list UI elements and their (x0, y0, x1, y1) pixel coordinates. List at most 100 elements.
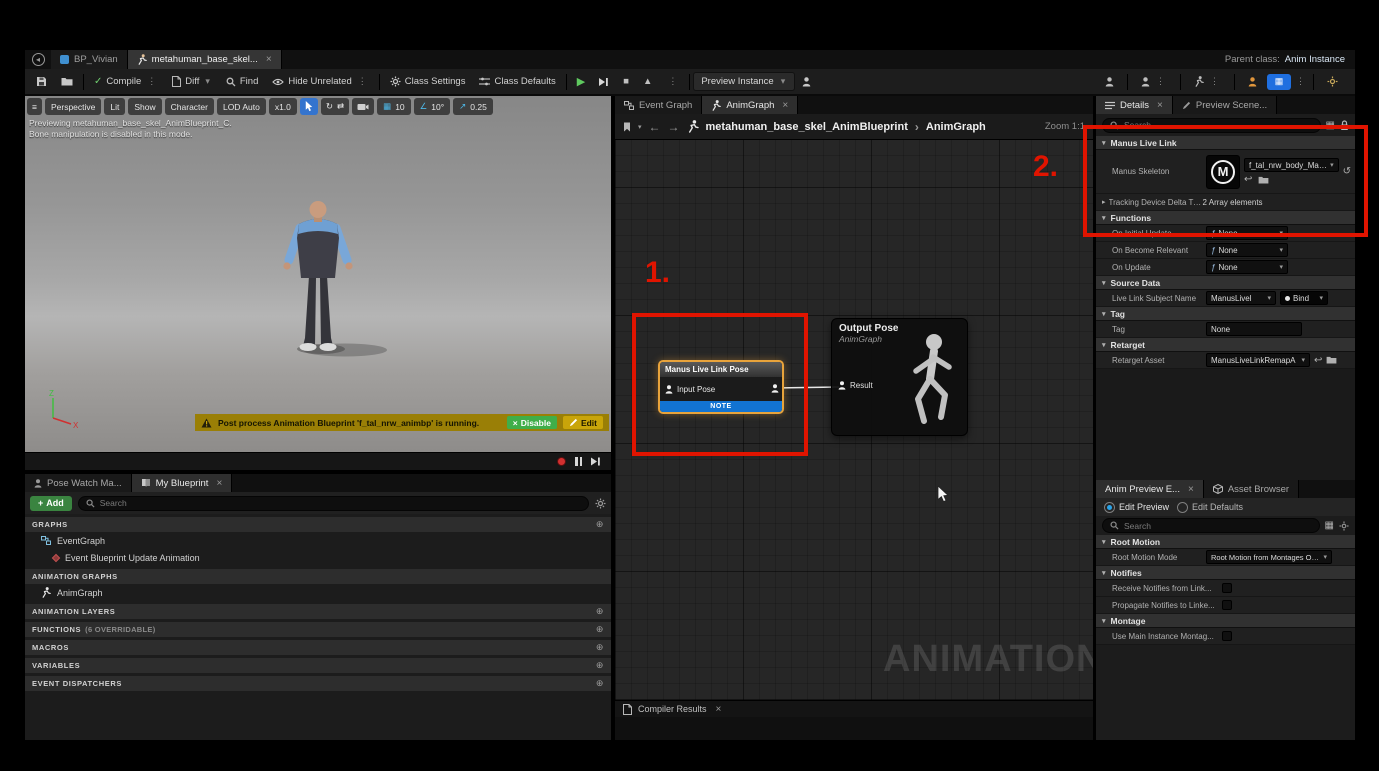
display-filter-icon[interactable]: ▦ (1326, 120, 1335, 131)
section-event-dispatchers[interactable]: EVENT DISPATCHERS⊕ (25, 676, 611, 691)
search-input[interactable] (1124, 120, 1313, 130)
bind-button[interactable]: Bind▾ (1280, 291, 1328, 305)
lock-icon[interactable] (1340, 120, 1349, 131)
graph-item-animgraph[interactable]: AnimGraph (25, 584, 611, 601)
step-forward-icon[interactable] (591, 457, 601, 466)
manus-asset-thumbnail[interactable]: M (1206, 155, 1240, 189)
checkbox[interactable] (1222, 583, 1232, 593)
browse-asset-icon[interactable] (1326, 356, 1337, 364)
lit-dropdown[interactable]: Lit (104, 98, 125, 115)
checkbox[interactable] (1222, 600, 1232, 610)
section-functions[interactable]: FUNCTIONS(6 OVERRIDABLE)⊕ (25, 622, 611, 637)
root-motion-dropdown[interactable]: Root Motion from Montages Only▾ (1206, 550, 1332, 564)
scale-snap-toggle[interactable]: ↗0.25 (453, 98, 493, 115)
viewport-menu-icon[interactable]: ≡ (27, 98, 42, 115)
compile-button[interactable]: ✓ Compile ⋮ (87, 71, 165, 92)
tab-animgraph[interactable]: AnimGraph × (702, 96, 798, 114)
compiler-results-bar[interactable]: Compiler Results × (615, 700, 1093, 717)
result-pin-row[interactable]: Result (838, 381, 873, 390)
edit-preview-radio[interactable]: Edit Preview (1104, 502, 1169, 513)
eject-button[interactable]: ▲ (636, 71, 659, 92)
section-variables[interactable]: VARIABLES⊕ (25, 658, 611, 673)
diff-button[interactable]: Diff ▾ (165, 71, 219, 92)
chevron-down-icon[interactable]: ▾ (638, 123, 642, 131)
section-manus-live-link[interactable]: ▾Manus Live Link (1096, 136, 1355, 150)
disable-button[interactable]: × Disable (507, 416, 557, 429)
section-animation-layers[interactable]: ANIMATION LAYERS⊕ (25, 604, 611, 619)
row-tracking-device-delta[interactable]: ▸ Tracking Device Delta Tran... 2 Array … (1096, 194, 1355, 211)
tag-input[interactable]: None (1206, 322, 1302, 336)
kebab-icon[interactable]: ⋮ (356, 76, 369, 87)
kebab-icon[interactable]: ⋮ (1154, 76, 1167, 87)
add-graph-icon[interactable]: ⊕ (596, 519, 604, 530)
section-montage[interactable]: ▾Montage (1096, 614, 1355, 628)
select-mode-icon[interactable] (300, 98, 318, 115)
playback-speed-dropdown[interactable]: x1.0 (269, 98, 297, 115)
save-button[interactable] (29, 71, 54, 92)
tab-my-blueprint[interactable]: My Blueprint × (132, 474, 233, 492)
record-icon[interactable] (557, 457, 566, 466)
edit-defaults-radio[interactable]: Edit Defaults (1177, 502, 1243, 513)
rotation-snap-toggle[interactable]: ∠10° (414, 98, 450, 115)
active-blueprint-mode-button[interactable]: ▦ (1267, 74, 1291, 90)
use-selected-asset-icon[interactable]: ↩ (1314, 355, 1322, 366)
output-pose-pin[interactable] (771, 384, 779, 393)
close-icon[interactable]: × (266, 54, 272, 65)
add-layer-icon[interactable]: ⊕ (596, 606, 604, 617)
section-functions[interactable]: ▾Functions (1096, 211, 1355, 225)
section-source-data[interactable]: ▾Source Data (1096, 276, 1355, 290)
kebab-icon[interactable]: ⋮ (1294, 76, 1307, 87)
character-dropdown[interactable]: Character (165, 98, 214, 115)
editor-preferences-icon[interactable] (1320, 71, 1345, 92)
section-root-motion[interactable]: ▾Root Motion (1096, 535, 1355, 549)
animation-asset-icon[interactable]: ⋮ (1187, 71, 1228, 92)
manus-live-link-pose-node[interactable]: Manus Live Link Pose Input Pose NOTE (658, 360, 784, 414)
add-button[interactable]: + Add (30, 496, 72, 511)
animgraph-canvas[interactable]: ANIMATION Manus Live Link Pose Input Pos… (615, 140, 1093, 700)
pause-icon[interactable] (575, 457, 582, 466)
section-graphs[interactable]: GRAPHS⊕ (25, 517, 611, 532)
parent-class-value[interactable]: Anim Instance (1285, 54, 1345, 65)
find-button[interactable]: Find (219, 71, 265, 92)
section-animation-graphs[interactable]: ANIMATION GRAPHS (25, 569, 611, 584)
section-retarget[interactable]: ▾Retarget (1096, 338, 1355, 352)
show-dropdown[interactable]: Show (128, 98, 161, 115)
function-dropdown[interactable]: ƒNone▾ (1206, 243, 1288, 257)
tab-pose-watch-manager[interactable]: Pose Watch Ma... (25, 474, 132, 492)
tab-anim-preview-editor[interactable]: Anim Preview E... × (1096, 480, 1204, 498)
close-icon[interactable]: × (716, 704, 722, 715)
edit-button[interactable]: Edit (563, 416, 603, 429)
section-macros[interactable]: MACROS⊕ (25, 640, 611, 655)
section-notifies[interactable]: ▾Notifies (1096, 566, 1355, 580)
frame-skip-button[interactable] (592, 71, 616, 92)
add-variable-icon[interactable]: ⊕ (596, 660, 604, 671)
browse-to-asset-button[interactable] (54, 71, 80, 92)
tab-asset-browser[interactable]: Asset Browser (1204, 480, 1299, 498)
tab-preview-scene[interactable]: Preview Scene... (1173, 96, 1277, 114)
kebab-icon[interactable]: ⋮ (145, 76, 158, 87)
kebab-icon[interactable]: ⋮ (1208, 76, 1221, 87)
use-selected-asset-icon[interactable]: ↩ (1244, 174, 1252, 185)
expander-icon[interactable]: ▸ (1102, 198, 1106, 206)
graph-item-eventgraph[interactable]: EventGraph (25, 532, 611, 549)
transform-gizmo-icons[interactable]: ↻⇄ (321, 98, 349, 115)
window-menu-icon[interactable]: ◂ (25, 50, 51, 69)
preview-viewport[interactable]: ≡ Perspective Lit Show Character LOD Aut… (25, 96, 611, 452)
retarget-profile-icon[interactable] (1241, 71, 1264, 92)
tab-bp-vivian[interactable]: BP_Vivian (51, 50, 128, 69)
play-button[interactable]: ▶ (570, 71, 592, 92)
reset-to-default-icon[interactable]: ↺ (1343, 166, 1351, 177)
lod-dropdown[interactable]: LOD Auto (217, 98, 266, 115)
tab-event-graph[interactable]: Event Graph (615, 96, 702, 114)
search-input[interactable] (1124, 521, 1312, 531)
skeleton-icon[interactable] (1098, 71, 1121, 92)
anim-preview-search[interactable] (1102, 518, 1320, 533)
close-icon[interactable]: × (782, 100, 788, 111)
manus-skeleton-dropdown[interactable]: f_tal_nrw_body_Manus▾ (1244, 158, 1339, 172)
display-filter-icon[interactable]: ▦ (1325, 520, 1334, 531)
bookmark-icon[interactable] (623, 122, 631, 132)
class-defaults-button[interactable]: Class Defaults (472, 71, 562, 92)
my-blueprint-search[interactable] (78, 496, 589, 511)
kebab-icon[interactable]: ⋮ (666, 76, 679, 87)
settings-gear-icon[interactable] (1339, 521, 1349, 531)
